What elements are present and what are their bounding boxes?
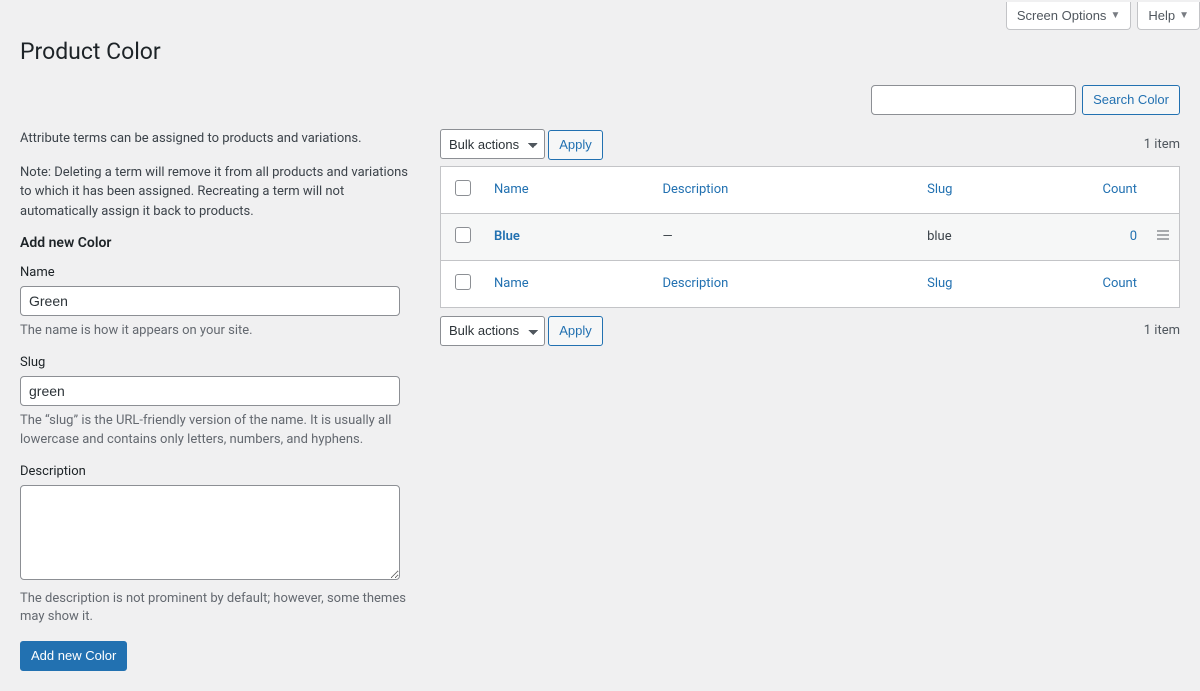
col-description[interactable]: Description bbox=[662, 182, 728, 197]
form-heading: Add new Color bbox=[20, 235, 420, 251]
help-label: Help bbox=[1148, 8, 1175, 23]
add-new-button[interactable]: Add new Color bbox=[20, 641, 127, 671]
page-title: Product Color bbox=[20, 38, 1180, 65]
slug-label: Slug bbox=[20, 355, 420, 370]
slug-field[interactable] bbox=[20, 376, 400, 406]
row-slug: blue bbox=[917, 213, 1057, 260]
search-input[interactable] bbox=[871, 85, 1076, 115]
drag-handle-icon[interactable] bbox=[1157, 228, 1169, 242]
screen-options-button[interactable]: Screen Options ▼ bbox=[1006, 2, 1132, 30]
slug-help: The “slug” is the URL-friendly version o… bbox=[20, 412, 420, 450]
item-count-bottom: 1 item bbox=[1144, 323, 1180, 338]
select-all-bottom[interactable] bbox=[455, 274, 471, 290]
apply-button-bottom[interactable]: Apply bbox=[548, 316, 603, 346]
table-row: Blue — blue 0 bbox=[441, 213, 1180, 260]
col-name-foot[interactable]: Name bbox=[494, 276, 529, 291]
intro-p2: Note: Deleting a term will remove it fro… bbox=[20, 163, 420, 222]
row-count-link[interactable]: 0 bbox=[1130, 229, 1137, 244]
name-label: Name bbox=[20, 265, 420, 280]
intro-p1: Attribute terms can be assigned to produ… bbox=[20, 129, 420, 149]
screen-options-label: Screen Options bbox=[1017, 8, 1107, 23]
description-label: Description bbox=[20, 464, 420, 479]
col-slug[interactable]: Slug bbox=[927, 182, 952, 197]
col-name[interactable]: Name bbox=[494, 182, 529, 197]
name-help: The name is how it appears on your site. bbox=[20, 322, 420, 341]
intro-text: Attribute terms can be assigned to produ… bbox=[20, 129, 420, 221]
help-button[interactable]: Help ▼ bbox=[1137, 2, 1200, 30]
col-count-foot[interactable]: Count bbox=[1103, 276, 1137, 291]
bulk-actions-select-bottom[interactable]: Bulk actions bbox=[440, 316, 545, 346]
terms-table: Name Description Slug Count Blue — blue … bbox=[440, 166, 1180, 308]
row-checkbox[interactable] bbox=[455, 227, 471, 243]
row-name-link[interactable]: Blue bbox=[494, 229, 520, 244]
col-count[interactable]: Count bbox=[1103, 182, 1137, 197]
item-count-top: 1 item bbox=[1144, 137, 1180, 152]
search-button[interactable]: Search Color bbox=[1082, 85, 1180, 115]
col-slug-foot[interactable]: Slug bbox=[927, 276, 952, 291]
chevron-down-icon: ▼ bbox=[1179, 10, 1189, 21]
select-all-top[interactable] bbox=[455, 180, 471, 196]
description-field[interactable] bbox=[20, 485, 400, 580]
col-description-foot[interactable]: Description bbox=[662, 276, 728, 291]
description-help: The description is not prominent by defa… bbox=[20, 590, 420, 628]
name-field[interactable] bbox=[20, 286, 400, 316]
chevron-down-icon: ▼ bbox=[1110, 10, 1120, 21]
apply-button-top[interactable]: Apply bbox=[548, 130, 603, 160]
bulk-actions-select-top[interactable]: Bulk actions bbox=[440, 129, 545, 159]
row-description: — bbox=[652, 213, 917, 260]
